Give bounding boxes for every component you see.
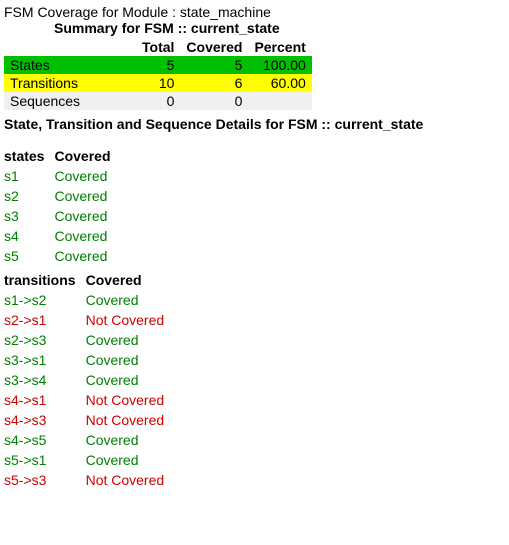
summary-row: Sequences00 [4, 92, 312, 110]
fsm-summary-title: Summary for FSM :: current_state [4, 20, 505, 36]
summary-label: Transitions [4, 74, 136, 92]
summary-total: 5 [136, 56, 180, 74]
transition-row: s2->s1Not Covered [4, 310, 174, 330]
summary-row: States55100.00 [4, 56, 312, 74]
transitions-table: transitions Covered s1->s2Covereds2->s1N… [4, 270, 174, 490]
state-row: s3Covered [4, 206, 121, 226]
detail-status: Covered [86, 330, 175, 350]
detail-name: s1->s2 [4, 290, 86, 310]
detail-name: s3->s1 [4, 350, 86, 370]
detail-name: s3 [4, 206, 54, 226]
detail-status: Not Covered [86, 310, 175, 330]
detail-name: s4->s1 [4, 390, 86, 410]
detail-status: Not Covered [86, 390, 175, 410]
summary-header-total: Total [136, 38, 180, 56]
detail-name: s1 [4, 166, 54, 186]
summary-percent [248, 92, 311, 110]
summary-row: Transitions10660.00 [4, 74, 312, 92]
detail-status: Not Covered [86, 410, 175, 430]
states-col-covered: Covered [54, 146, 120, 166]
detail-name: s4->s5 [4, 430, 86, 450]
transition-row: s4->s3Not Covered [4, 410, 174, 430]
transitions-col-covered: Covered [86, 270, 175, 290]
transition-row: s1->s2Covered [4, 290, 174, 310]
summary-percent: 60.00 [248, 74, 311, 92]
detail-status: Covered [54, 246, 120, 266]
detail-name: s5->s1 [4, 450, 86, 470]
detail-name: s4->s3 [4, 410, 86, 430]
detail-status: Not Covered [86, 470, 175, 490]
summary-covered: 6 [180, 74, 248, 92]
states-table: states Covered s1Covereds2Covereds3Cover… [4, 146, 121, 266]
summary-total: 0 [136, 92, 180, 110]
detail-status: Covered [54, 226, 120, 246]
detail-name: s5 [4, 246, 54, 266]
detail-name: s3->s4 [4, 370, 86, 390]
state-row: s4Covered [4, 226, 121, 246]
detail-name: s2->s3 [4, 330, 86, 350]
summary-header-blank [4, 38, 136, 56]
transition-row: s5->s3Not Covered [4, 470, 174, 490]
transition-row: s4->s5Covered [4, 430, 174, 450]
detail-status: Covered [86, 370, 175, 390]
detail-status: Covered [54, 186, 120, 206]
detail-status: Covered [54, 206, 120, 226]
summary-label: States [4, 56, 136, 74]
summary-percent: 100.00 [248, 56, 311, 74]
detail-status: Covered [86, 450, 175, 470]
transitions-col-name: transitions [4, 270, 86, 290]
page-title: FSM Coverage for Module : state_machine [4, 4, 505, 20]
detail-status: Covered [54, 166, 120, 186]
summary-covered: 5 [180, 56, 248, 74]
detail-status: Covered [86, 430, 175, 450]
states-col-name: states [4, 146, 54, 166]
transition-row: s2->s3Covered [4, 330, 174, 350]
summary-total: 10 [136, 74, 180, 92]
detail-status: Covered [86, 290, 175, 310]
transition-row: s3->s4Covered [4, 370, 174, 390]
state-row: s1Covered [4, 166, 121, 186]
summary-covered: 0 [180, 92, 248, 110]
detail-name: s5->s3 [4, 470, 86, 490]
state-row: s2Covered [4, 186, 121, 206]
summary-label: Sequences [4, 92, 136, 110]
transition-row: s5->s1Covered [4, 450, 174, 470]
detail-name: s2->s1 [4, 310, 86, 330]
transition-row: s4->s1Not Covered [4, 390, 174, 410]
transition-row: s3->s1Covered [4, 350, 174, 370]
detail-name: s4 [4, 226, 54, 246]
details-header: State, Transition and Sequence Details f… [4, 116, 505, 132]
summary-header-percent: Percent [248, 38, 311, 56]
summary-table: Total Covered Percent States55100.00Tran… [4, 38, 312, 110]
detail-status: Covered [86, 350, 175, 370]
detail-name: s2 [4, 186, 54, 206]
state-row: s5Covered [4, 246, 121, 266]
summary-header-covered: Covered [180, 38, 248, 56]
